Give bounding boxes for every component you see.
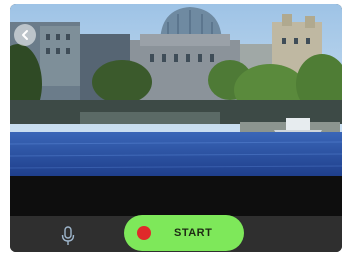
device-frame: START [0,0,348,254]
microphone-icon[interactable] [60,226,76,246]
chevron-left-icon [22,30,28,40]
back-button[interactable] [14,24,36,46]
record-dot-icon [137,226,151,240]
camera-preview [10,4,342,176]
start-label: START [174,227,213,239]
start-button[interactable]: START [124,215,244,251]
preview-footer [10,176,342,216]
